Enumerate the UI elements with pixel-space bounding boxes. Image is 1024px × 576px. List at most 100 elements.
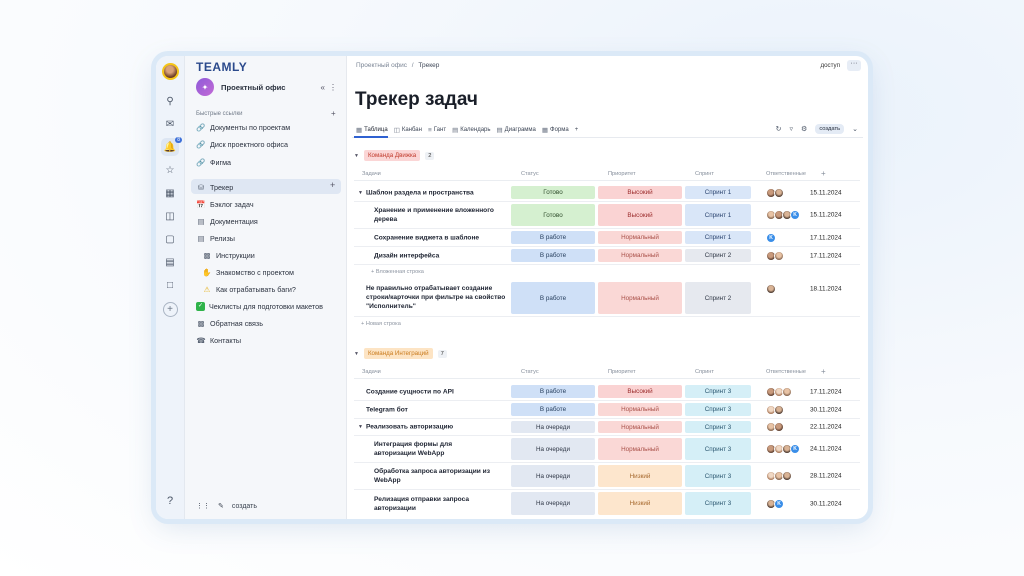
star-icon[interactable]: ☆ xyxy=(161,161,179,179)
sidebar-item-tracker[interactable]: ⛁ Трекер xyxy=(196,181,233,193)
col-assignees[interactable]: Ответственные xyxy=(766,171,806,177)
col-priority[interactable]: Приоритет xyxy=(608,171,636,177)
priority-badge[interactable]: Нормальный xyxy=(598,249,682,262)
due-date[interactable]: 24.11.2024 xyxy=(810,446,842,453)
bell-icon[interactable]: 🔔 8 xyxy=(161,137,182,156)
add-space-icon[interactable]: + xyxy=(162,302,178,317)
task-name[interactable]: Интеграция формы для авторизации WebApp xyxy=(374,440,484,458)
assignees[interactable] xyxy=(766,187,784,198)
task-name[interactable]: Дизайн интерфейса xyxy=(374,251,524,260)
task-name[interactable]: Telegram бот xyxy=(366,405,516,414)
priority-badge[interactable]: Высокий xyxy=(598,186,682,199)
priority-badge[interactable]: Нормальный xyxy=(598,438,682,460)
sidebar-item-contacts[interactable]: ☎ Контакты xyxy=(196,334,241,346)
col-assignees[interactable]: Ответственные xyxy=(766,369,806,375)
priority-badge[interactable]: Нормальный xyxy=(598,403,682,416)
tab-diagram[interactable]: ▤ Диаграмма xyxy=(497,126,536,134)
task-name[interactable]: Создание сущности по API xyxy=(366,387,516,396)
assignees[interactable] xyxy=(766,471,792,481)
assignees[interactable]: K xyxy=(766,444,800,454)
filter-icon[interactable]: ▿ xyxy=(790,125,794,133)
chart-icon[interactable]: ▤ xyxy=(161,253,179,271)
sprint-badge[interactable]: Спринт 3 xyxy=(685,465,751,487)
chat-icon[interactable]: ✉ xyxy=(161,115,179,133)
due-date[interactable]: 22.11.2024 xyxy=(810,424,842,431)
add-column-icon[interactable]: + xyxy=(821,169,826,178)
sidebar-item-backlog[interactable]: 📅 Бэклог задач xyxy=(196,198,253,210)
sidebar-item-bugs[interactable]: ⚠ Как отрабатывать баги? xyxy=(202,283,296,295)
table-row[interactable]: Сохранение виджета в шаблоне В работе Но… xyxy=(354,229,860,247)
col-sprint[interactable]: Спринт xyxy=(695,171,714,177)
calendar-icon[interactable]: ▦ xyxy=(161,184,179,202)
sidebar-item-checklists[interactable]: ✓ Чеклисты для подготовки макетов xyxy=(196,300,323,312)
sidebar-item-instructions[interactable]: ▩ Инструкции xyxy=(202,249,254,261)
sprint-badge[interactable]: Спринт 2 xyxy=(685,282,751,314)
sprint-badge[interactable]: Спринт 1 xyxy=(685,231,751,244)
assignees[interactable] xyxy=(766,386,792,397)
priority-badge[interactable]: Высокий xyxy=(598,385,682,398)
col-priority[interactable]: Приоритет xyxy=(608,369,636,375)
add-nested-row-button[interactable]: + Вложенная строка xyxy=(371,269,424,275)
due-date[interactable]: 30.11.2024 xyxy=(810,500,842,507)
task-name[interactable]: Релизация отправки запроса авторизации xyxy=(374,494,494,512)
col-task[interactable]: Задачи xyxy=(362,171,381,177)
status-badge[interactable]: В работе xyxy=(511,231,595,244)
task-name[interactable]: Хранение и применение вложенного дерева xyxy=(374,206,506,224)
sprint-badge[interactable]: Спринт 3 xyxy=(685,438,751,460)
due-date[interactable]: 15.11.2024 xyxy=(810,189,842,196)
expand-icon[interactable]: ▼ xyxy=(358,424,363,430)
status-badge[interactable]: Готово xyxy=(511,186,595,199)
due-date[interactable]: 18.11.2024 xyxy=(810,286,842,293)
sprint-badge[interactable]: Спринт 3 xyxy=(685,492,751,515)
book-icon[interactable]: ◫ xyxy=(161,207,179,225)
settings-icon[interactable]: ⚙ xyxy=(801,125,807,133)
status-badge[interactable]: На очереди xyxy=(511,421,595,433)
table-row[interactable]: Дизайн интерфейса В работе Нормальный Сп… xyxy=(354,247,860,265)
sprint-badge[interactable]: Спринт 3 xyxy=(685,403,751,416)
table-row[interactable]: Не правильно отрабатывает создание строк… xyxy=(354,280,860,317)
sprint-badge[interactable]: Спринт 3 xyxy=(685,385,751,398)
due-date[interactable]: 15.11.2024 xyxy=(810,212,842,219)
col-status[interactable]: Статус xyxy=(521,369,539,375)
create-button[interactable]: создать xyxy=(232,503,257,510)
tab-kanban[interactable]: ◫ Канбан xyxy=(394,126,422,134)
sprint-badge[interactable]: Спринт 1 xyxy=(685,186,751,199)
table-row[interactable]: Создание сущности по API В работе Высоки… xyxy=(354,383,860,401)
table-row[interactable]: Обработка запроса авторизации из WebApp … xyxy=(354,463,860,490)
help-icon[interactable]: ? xyxy=(167,495,173,507)
add-view-button[interactable]: + xyxy=(575,127,579,133)
table-row[interactable]: Хранение и применение вложенного дерева … xyxy=(354,202,860,229)
assignees[interactable]: K xyxy=(766,232,776,243)
assignees[interactable] xyxy=(766,250,784,261)
col-sprint[interactable]: Спринт xyxy=(695,369,714,375)
status-badge[interactable]: В работе xyxy=(511,385,595,398)
task-name[interactable]: Реализовать авторизацию xyxy=(366,422,516,431)
collapse-arrow-icon[interactable]: ▼ xyxy=(354,153,359,159)
task-name[interactable]: Шаблон раздела и пространства xyxy=(366,188,516,197)
sidebar-item-docs[interactable]: ▤ Документация xyxy=(196,215,257,227)
sprint-badge[interactable]: Спринт 3 xyxy=(685,421,751,433)
edit-icon[interactable]: ✎ xyxy=(218,502,224,510)
group-header[interactable]: ▼ Команда Интеграций 7 xyxy=(354,348,447,359)
add-column-icon[interactable]: + xyxy=(821,367,826,376)
due-date[interactable]: 17.11.2024 xyxy=(810,234,842,241)
task-name[interactable]: Обработка запроса авторизации из WebApp xyxy=(374,467,494,485)
status-badge[interactable]: На очереди xyxy=(511,438,595,460)
table-row[interactable]: Telegram бот В работе Нормальный Спринт … xyxy=(354,401,860,419)
table-row[interactable]: ▼ Реализовать авторизацию На очереди Нор… xyxy=(354,419,860,436)
priority-badge[interactable]: Низкий xyxy=(598,492,682,515)
chevron-down-icon[interactable]: ⌄ xyxy=(852,125,858,133)
due-date[interactable]: 28.11.2024 xyxy=(810,473,842,480)
assignees[interactable] xyxy=(766,404,784,415)
sidebar-item-intro[interactable]: ✋ Знакомство с проектом xyxy=(202,266,294,278)
priority-badge[interactable]: Нормальный xyxy=(598,282,682,314)
create-row-button[interactable]: создать xyxy=(815,124,845,134)
tab-calendar[interactable]: ▤ Календарь xyxy=(452,126,490,134)
project-switcher[interactable]: ✦ Проектный офис «⋮ xyxy=(196,78,341,96)
add-page-icon[interactable]: + xyxy=(330,180,335,190)
sidebar-item-releases[interactable]: ▤ Релизы xyxy=(196,232,234,244)
refresh-icon[interactable]: ↻ xyxy=(776,125,782,133)
contacts-icon[interactable]: ▢ xyxy=(161,230,179,248)
priority-badge[interactable]: Высокий xyxy=(598,204,682,226)
table-row[interactable]: Интеграция формы для авторизации WebApp … xyxy=(354,436,860,463)
